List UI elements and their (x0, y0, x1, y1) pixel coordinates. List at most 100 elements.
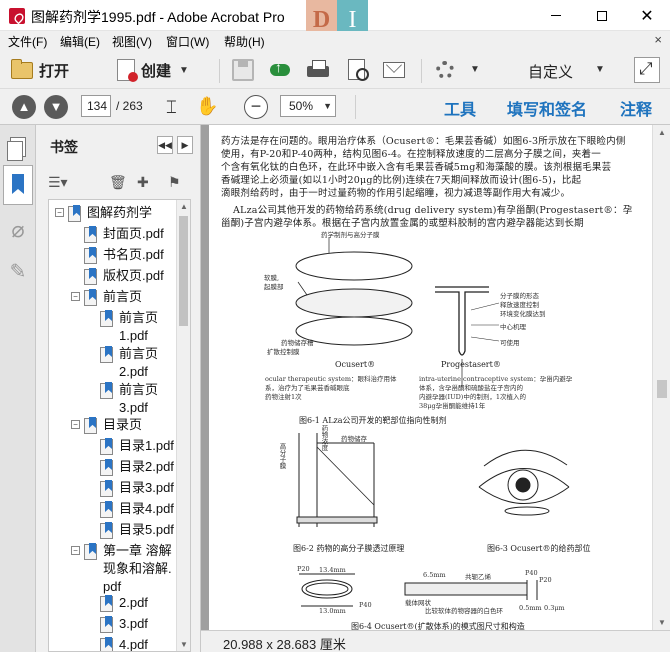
bookmark-item[interactable]: 版权页.pdf (84, 267, 164, 285)
bookmark-label: 第一章 溶解现象和溶解.pdf (103, 543, 172, 594)
fullscreen-icon[interactable] (634, 57, 660, 83)
scroll-thumb[interactable] (657, 380, 667, 398)
menu-view[interactable]: 视图(V) (112, 33, 152, 50)
chevron-down-icon[interactable]: ▼ (470, 64, 480, 75)
document-scrollbar[interactable]: ▲ ▼ (652, 125, 670, 630)
main-toolbar: 打开 创建 ▼ ▼ 自定义 ▼ (0, 51, 670, 89)
bookmark-item[interactable]: 目录3.pdf (100, 479, 174, 497)
collapse-toggle-icon[interactable]: − (55, 208, 64, 217)
create-button[interactable]: 创建 ▼ (117, 56, 189, 84)
bookmark-item[interactable]: 目录4.pdf (100, 500, 174, 518)
menu-window[interactable]: 窗口(W) (166, 33, 209, 50)
reservoir-layer (295, 288, 413, 318)
scroll-up-icon[interactable]: ▲ (658, 128, 666, 137)
bookmark-tools: ☰▾ 🗑 ✚ ⚑ (36, 171, 200, 199)
chevron-down-icon[interactable]: ▼ (595, 64, 605, 75)
bookmark-label: 目录4.pdf (119, 501, 174, 516)
bookmark-item[interactable]: 目录5.pdf (100, 521, 174, 539)
bookmark-icon (100, 310, 114, 327)
bookmark-label: 4.pdf (119, 637, 148, 652)
zoom-value: 50% (289, 99, 314, 113)
page-number-input[interactable]: 134 (81, 95, 111, 117)
bookmark-item[interactable]: − 目录页 (71, 416, 142, 434)
bookmark-properties-icon[interactable]: ⚑ (168, 174, 181, 191)
expand-panel-button[interactable]: ▶ (177, 136, 193, 154)
hand-tool-icon[interactable]: ✋ (196, 96, 218, 117)
scroll-down-icon[interactable]: ▼ (180, 640, 188, 649)
minimize-button[interactable] (533, 0, 579, 31)
membrane-diagram (296, 433, 378, 527)
figure-caption: 图6-2 药物的高分子膜透过原理 (293, 544, 405, 553)
customize-button[interactable]: 自定义 (528, 61, 573, 82)
collapse-panel-button[interactable]: ◀◀ (157, 136, 173, 154)
close-button[interactable]: ✕ (624, 0, 670, 31)
toolbar-divider (421, 59, 422, 83)
figure-label: 13.4mm (319, 566, 346, 574)
scroll-thumb[interactable] (179, 216, 188, 326)
collapse-toggle-icon[interactable]: − (71, 420, 80, 429)
bookmark-item[interactable]: 前言页2.pdf (100, 345, 176, 381)
bookmark-item[interactable]: − 第一章 溶解现象和溶解.pdf (71, 542, 177, 596)
figure-caption: 图6-3 Ocusert®的给药部位 (487, 544, 591, 553)
menu-help[interactable]: 帮助(H) (224, 33, 265, 50)
tree-scrollbar[interactable]: ▲ ▼ (176, 200, 190, 651)
scroll-down-icon[interactable]: ▼ (658, 618, 666, 627)
bookmark-icon (100, 480, 114, 497)
scroll-up-icon[interactable]: ▲ (180, 202, 188, 211)
bookmark-icon (100, 438, 114, 455)
page-thumbnails-icon[interactable] (6, 135, 30, 163)
menu-file[interactable]: 文件(F) (8, 33, 47, 50)
bookmark-item[interactable]: 前言页1.pdf (100, 309, 176, 345)
new-bookmark-icon[interactable]: ✚ (137, 174, 149, 191)
bookmark-item[interactable]: 封面页.pdf (84, 225, 164, 243)
minimize-icon (551, 15, 561, 16)
close-doc-icon[interactable]: × (654, 32, 662, 47)
figure-name: Ocusert® (335, 360, 376, 369)
bookmark-item[interactable]: 4.pdf (100, 636, 148, 652)
bookmark-item[interactable]: 3.pdf (100, 615, 148, 633)
collapse-toggle-icon[interactable]: − (71, 292, 80, 301)
gear-icon[interactable] (436, 61, 454, 79)
delete-icon[interactable]: 🗑 (109, 174, 127, 191)
bookmark-item[interactable]: − 图解药剂学 (55, 204, 152, 222)
email-icon[interactable] (383, 62, 405, 78)
bookmark-item[interactable]: 书名页.pdf (84, 246, 164, 264)
zoom-out-button[interactable]: − (244, 95, 268, 119)
bookmark-label: 封面页.pdf (103, 226, 164, 241)
menu-edit[interactable]: 编辑(E) (60, 33, 100, 50)
save-icon[interactable] (232, 59, 254, 81)
bookmark-icon (84, 417, 98, 434)
zoom-select[interactable]: 50% ▼ (280, 95, 336, 117)
bookmark-item[interactable]: − 前言页 (71, 288, 142, 306)
cloud-upload-icon[interactable] (269, 59, 291, 81)
open-button[interactable]: 打开 (11, 56, 69, 84)
window-title: 图解药剂学1995.pdf - Adobe Acrobat Pro (31, 9, 285, 25)
next-page-button[interactable]: ▼ (44, 95, 68, 119)
tab-fill-sign[interactable]: 填写和签名 (507, 96, 587, 120)
tab-tools[interactable]: 工具 (444, 96, 476, 120)
select-cursor-icon[interactable]: ⌶ (166, 97, 177, 118)
create-label: 创建 (141, 62, 172, 80)
bookmarks-panel-icon[interactable] (3, 165, 33, 205)
collapse-toggle-icon[interactable]: − (71, 546, 80, 555)
prev-page-button[interactable]: ▲ (12, 95, 36, 119)
navigation-toolbar: ▲ ▼ 134 / 263 ⌶ ✋ − 50% ▼ 工具 填写和签名 注释 (0, 89, 670, 125)
find-in-document-icon[interactable] (348, 59, 369, 81)
attachment-icon[interactable]: ⌀ (6, 217, 30, 245)
chevron-down-icon: ▼ (323, 101, 332, 111)
options-menu-icon[interactable]: ☰▾ (48, 174, 68, 191)
maximize-button[interactable] (579, 0, 625, 31)
bookmark-item[interactable]: 目录2.pdf (100, 458, 174, 476)
bookmark-item[interactable]: 目录1.pdf (100, 437, 174, 455)
tab-comment[interactable]: 注释 (620, 96, 652, 120)
bookmark-item[interactable]: 2.pdf (100, 594, 148, 612)
bookmark-icon (100, 501, 114, 518)
bookmark-icon (84, 289, 98, 306)
bookmark-item[interactable]: 前言页3.pdf (100, 381, 176, 417)
iud-shape (435, 286, 489, 387)
status-bar: 20.988 x 28.683 厘米 (201, 630, 670, 652)
figure-label: 起膜部 (264, 283, 284, 291)
signature-icon[interactable]: ✎ (6, 259, 30, 287)
menu-bar: 文件(F) 编辑(E) 视图(V) 窗口(W) 帮助(H) × (0, 31, 670, 51)
print-icon[interactable] (307, 59, 329, 81)
